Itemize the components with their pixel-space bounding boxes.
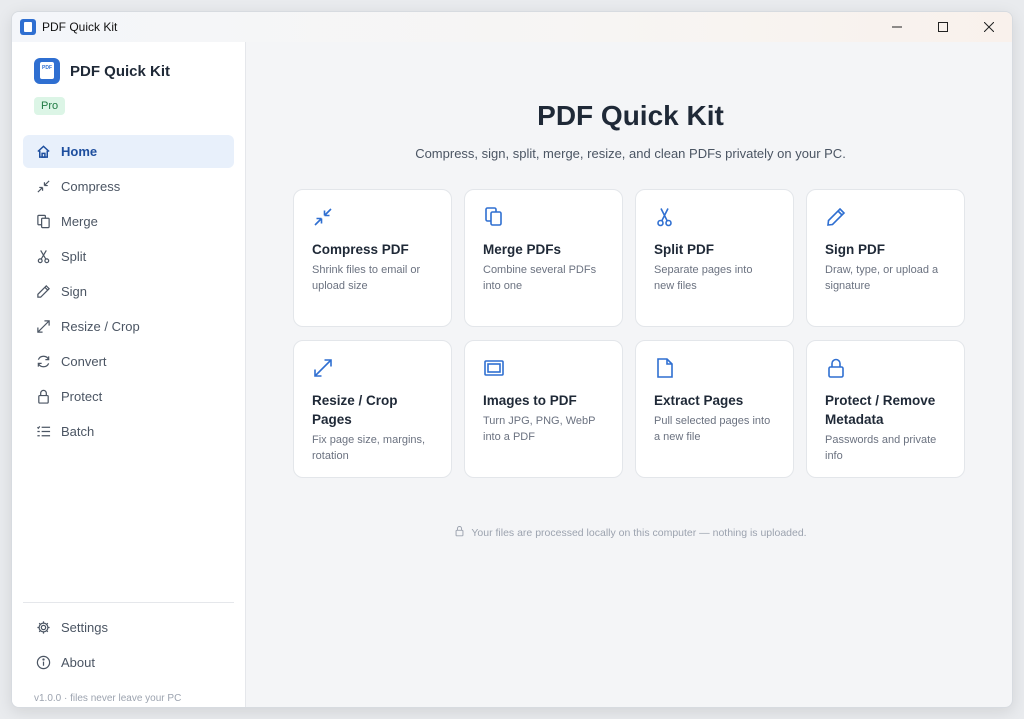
logo-text: PDF (40, 62, 54, 79)
sidebar-item-batch[interactable]: Batch (23, 415, 234, 448)
card-description: Fix page size, margins, rotation (312, 434, 426, 462)
merge-icon (483, 206, 505, 228)
sidebar-item-settings[interactable]: Settings (23, 611, 234, 644)
card-title: Resize / Crop Pages (312, 393, 398, 427)
sidebar-item-merge[interactable]: Merge (23, 205, 234, 238)
title-bar: PDF Quick Kit (12, 12, 1012, 42)
card-compress-pdf[interactable]: Compress PDF Shrink files to email or up… (293, 189, 452, 327)
pro-badge: Pro (34, 97, 66, 115)
card-description: Shrink files to email or upload size (312, 264, 421, 292)
card-extract-pages[interactable]: Extract Pages Pull selected pages into a… (635, 340, 794, 478)
brand-name: PDF Quick Kit (70, 62, 171, 80)
card-description: Passwords and private info (825, 434, 937, 462)
home-icon (35, 144, 51, 160)
gear-icon (35, 620, 51, 636)
page-title: PDF Quick Kit (537, 100, 724, 131)
sidebar-nav: Home Compress Merge Split Sign Resize / … (23, 135, 234, 450)
convert-icon (35, 354, 51, 370)
privacy-note: Your files are processed locally on this… (247, 525, 1012, 540)
card-title: Extract Pages (654, 393, 744, 408)
compress-icon (35, 179, 51, 195)
sidebar-item-label: Convert (61, 354, 107, 369)
brand: PDF PDF Quick Kit (34, 58, 170, 84)
card-title: Protect / Remove Metadata (825, 393, 936, 427)
lock-icon (825, 357, 847, 379)
sidebar-item-sign[interactable]: Sign (23, 275, 234, 308)
card-description: Turn JPG, PNG, WebP into a PDF (483, 415, 596, 443)
logo-icon: PDF (34, 58, 60, 84)
window-controls (874, 12, 1012, 42)
scissors-icon (654, 206, 676, 228)
privacy-note-text: Your files are processed locally on this… (471, 526, 807, 539)
maximize-icon (938, 22, 948, 32)
sidebar-item-label: Home (61, 144, 98, 159)
page-subtitle: Compress, sign, split, merge, resize, an… (415, 146, 846, 161)
sidebar-item-label: About (61, 655, 95, 670)
pen-icon (35, 284, 51, 300)
sidebar-item-convert[interactable]: Convert (23, 345, 234, 378)
sidebar: PDF PDF Quick Kit Pro Home Compress Merg… (12, 42, 246, 707)
minimize-button[interactable] (874, 12, 920, 42)
compress-icon (312, 206, 334, 228)
tool-cards: Compress PDF Shrink files to email or up… (293, 189, 965, 478)
merge-icon (35, 214, 51, 230)
resize-icon (312, 357, 334, 379)
resize-icon (35, 319, 51, 335)
card-sign-pdf[interactable]: Sign PDF Draw, type, or upload a signatu… (806, 189, 965, 327)
lock-icon (454, 525, 465, 540)
sidebar-item-home[interactable]: Home (23, 135, 234, 168)
maximize-button[interactable] (920, 12, 966, 42)
window-title: PDF Quick Kit (42, 20, 118, 34)
scissors-icon (35, 249, 51, 265)
sidebar-item-label: Batch (61, 424, 95, 439)
lock-icon (35, 389, 51, 405)
card-description: Pull selected pages into a new file (654, 415, 771, 443)
sidebar-item-split[interactable]: Split (23, 240, 234, 273)
sidebar-item-protect[interactable]: Protect (23, 380, 234, 413)
card-split-pdf[interactable]: Split PDF Separate pages into new files (635, 189, 794, 327)
sidebar-divider (23, 602, 234, 603)
card-resize-crop-pages[interactable]: Resize / Crop Pages Fix page size, margi… (293, 340, 452, 478)
sidebar-item-label: Compress (61, 179, 121, 194)
card-title: Images to PDF (483, 393, 577, 408)
card-description: Combine several PDFs into one (483, 264, 597, 292)
page-icon (654, 357, 676, 379)
card-description: Draw, type, or upload a signature (825, 264, 939, 292)
card-merge-pdfs[interactable]: Merge PDFs Combine several PDFs into one (464, 189, 623, 327)
close-button[interactable] (966, 12, 1012, 42)
main-content: PDF Quick Kit Compress, sign, split, mer… (247, 42, 1012, 707)
sidebar-bottom-nav: Settings About (23, 611, 234, 681)
close-icon (984, 22, 994, 32)
pen-icon (825, 206, 847, 228)
sidebar-item-about[interactable]: About (23, 646, 234, 679)
sidebar-item-label: Merge (61, 214, 98, 229)
app-window: PDF Quick Kit PDF PDF Quick Kit Pro Home… (11, 11, 1013, 708)
sidebar-item-label: Split (61, 249, 87, 264)
sidebar-item-compress[interactable]: Compress (23, 170, 234, 203)
sidebar-item-label: Settings (61, 620, 108, 635)
card-description: Separate pages into new files (654, 264, 753, 292)
card-images-to-pdf[interactable]: Images to PDF Turn JPG, PNG, WebP into a… (464, 340, 623, 478)
sidebar-item-label: Protect (61, 389, 103, 404)
image-icon (483, 357, 505, 379)
minimize-icon (892, 26, 902, 28)
card-title: Merge PDFs (483, 242, 562, 257)
card-title: Sign PDF (825, 242, 885, 257)
version-text: v1.0.0 · files never leave your PC (34, 693, 182, 704)
sidebar-item-label: Sign (61, 284, 88, 299)
sidebar-item-label: Resize / Crop (61, 319, 140, 334)
card-title: Split PDF (654, 242, 714, 257)
info-icon (35, 655, 51, 671)
batch-icon (35, 424, 51, 440)
app-icon (20, 19, 36, 35)
sidebar-item-resize-crop[interactable]: Resize / Crop (23, 310, 234, 343)
card-title: Compress PDF (312, 242, 409, 257)
card-protect-remove-metadata[interactable]: Protect / Remove Metadata Passwords and … (806, 340, 965, 478)
